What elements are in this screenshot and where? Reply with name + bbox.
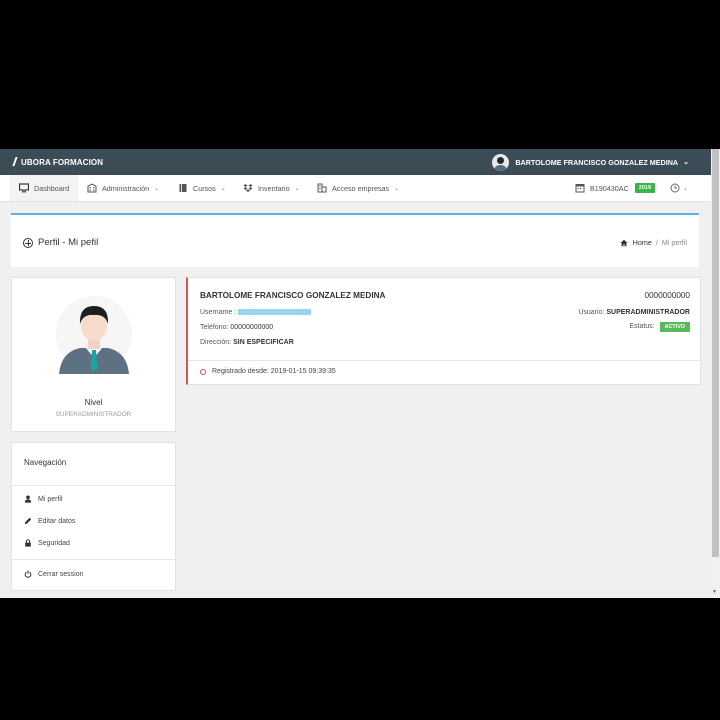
chevron-down-icon: ⌄ [220, 185, 226, 192]
user-icon [24, 495, 32, 503]
circle-icon [200, 368, 206, 375]
nav-cursos-label: Cursos [193, 183, 216, 193]
brand-slash-icon [12, 157, 18, 166]
home-icon [620, 239, 628, 246]
book-icon [179, 184, 187, 192]
nav-administracion[interactable]: Administración ⌄ [87, 175, 159, 201]
breadcrumb-current: Mi perfil [661, 238, 687, 247]
breadcrumb-home[interactable]: Home [633, 238, 652, 247]
calendar-icon [575, 184, 585, 193]
level-label: Nivel [84, 398, 103, 407]
phone-row: Teléfono: 00000000000 [200, 324, 273, 331]
full-name: BARTOLOME FRANCISCO GONZALEZ MEDINA [200, 291, 386, 300]
user-menu[interactable]: BARTOLOME FRANCISCO GONZALEZ MEDINA ⌄ [492, 153, 689, 171]
nav-acceso-empresas[interactable]: Acceso empresas ⌄ [317, 175, 399, 201]
nav-administracion-label: Administración [102, 183, 150, 193]
nav-cursos[interactable]: Cursos ⌄ [178, 175, 226, 201]
profile-card: Nivel SUPERADMINISTRADOR [11, 277, 176, 432]
scrollbar-thumb[interactable] [712, 149, 719, 557]
logout-label: Cerrar session [38, 570, 84, 578]
chevron-down-icon: ⌄ [683, 159, 689, 166]
username-redacted [238, 309, 312, 315]
divider [12, 485, 175, 486]
address-label: Dirección: [200, 339, 232, 346]
navigation-card: Navegación Mi perfil Editar datos Seguri… [11, 442, 176, 591]
main-nav: Dashboard Administración ⌄ Cursos ⌄ Inve… [0, 175, 711, 202]
lock-icon [25, 539, 31, 547]
side-link-label: Editar datos [38, 517, 76, 525]
building-icon [87, 183, 97, 193]
nav-inventario-label: Inventario [258, 183, 290, 193]
username-row: Username : [200, 309, 312, 316]
usuario-value: SUPERADMINISTRADOR [606, 309, 690, 316]
address-value: SIN ESPECIFICAR [233, 339, 294, 346]
user-avatar [492, 153, 510, 171]
breadcrumb-separator: / [655, 238, 658, 247]
profile-avatar [56, 296, 132, 374]
help-menu[interactable]: ⌄ [670, 175, 688, 201]
registered-label: Registrado desde: [212, 368, 269, 375]
license-code[interactable]: B190430AC 2019 [575, 175, 656, 201]
year-badge: 2019 [634, 183, 656, 193]
divider [188, 360, 700, 361]
username-label: Username : [200, 309, 237, 316]
side-link-mi-perfil[interactable]: Mi perfil [24, 495, 63, 503]
side-link-seguridad[interactable]: Seguridad [24, 539, 70, 547]
office-icon [317, 183, 327, 193]
brand-logo[interactable]: UBORA FORMACION [12, 157, 104, 167]
status-label: Estatus: [629, 323, 655, 330]
monitor-icon [19, 183, 29, 193]
nav-dashboard-label: Dashboard [34, 183, 70, 193]
phone-value: 00000000000 [230, 324, 274, 331]
chevron-down-icon: ⌄ [294, 185, 300, 192]
navigation-title: Navegación [24, 458, 67, 467]
power-icon [24, 570, 32, 578]
app-window: UBORA FORMACION BARTOLOME FRANCISCO GONZ… [0, 149, 720, 598]
top-bar: UBORA FORMACION BARTOLOME FRANCISCO GONZ… [0, 149, 711, 175]
status-row: Estatus: ACTIVO [629, 322, 690, 332]
pencil-icon [24, 517, 32, 525]
plus-circle-icon [23, 238, 33, 248]
user-info-card: BARTOLOME FRANCISCO GONZALEZ MEDINA 0000… [186, 277, 701, 385]
logout-link[interactable]: Cerrar session [24, 570, 84, 578]
scroll-down-arrow-icon[interactable]: ▼ [712, 589, 717, 595]
divider [12, 559, 175, 560]
registered-row: Registrado desde: 2019-01-15 09:39:35 [200, 368, 336, 375]
registered-value: 2019-01-15 09:39:35 [270, 368, 336, 375]
chevron-down-icon: ⌄ [683, 185, 689, 192]
status-badge: ACTIVO [659, 322, 690, 332]
nav-acceso-empresas-label: Acceso empresas [332, 183, 390, 193]
clock-icon [670, 183, 680, 193]
license-code-text: B190430AC [590, 183, 629, 193]
level-value: SUPERADMINISTRADOR [55, 411, 132, 418]
breadcrumb: Home / Mi perfil [620, 238, 687, 247]
nav-inventario[interactable]: Inventario ⌄ [243, 175, 300, 201]
chevron-down-icon: ⌄ [154, 185, 160, 192]
page-header: Perfil - Mi pefil Home / Mi perfil [11, 213, 699, 267]
side-link-label: Seguridad [38, 539, 70, 547]
id-number: 0000000000 [644, 291, 690, 300]
side-link-label: Mi perfil [38, 495, 63, 503]
side-link-editar-datos[interactable]: Editar datos [24, 517, 75, 525]
dropbox-icon [243, 184, 253, 192]
usuario-row: Usuario: SUPERADMINISTRADOR [578, 309, 690, 316]
page-title: Perfil - Mi pefil [38, 237, 99, 248]
usuario-label: Usuario: [578, 309, 605, 316]
address-row: Dirección: SIN ESPECIFICAR [200, 339, 294, 346]
chevron-down-icon: ⌄ [394, 185, 400, 192]
user-name: BARTOLOME FRANCISCO GONZALEZ MEDINA [515, 157, 679, 167]
brand-name: UBORA FORMACION [21, 158, 104, 167]
phone-label: Teléfono: [200, 324, 229, 331]
nav-dashboard[interactable]: Dashboard [10, 175, 79, 201]
